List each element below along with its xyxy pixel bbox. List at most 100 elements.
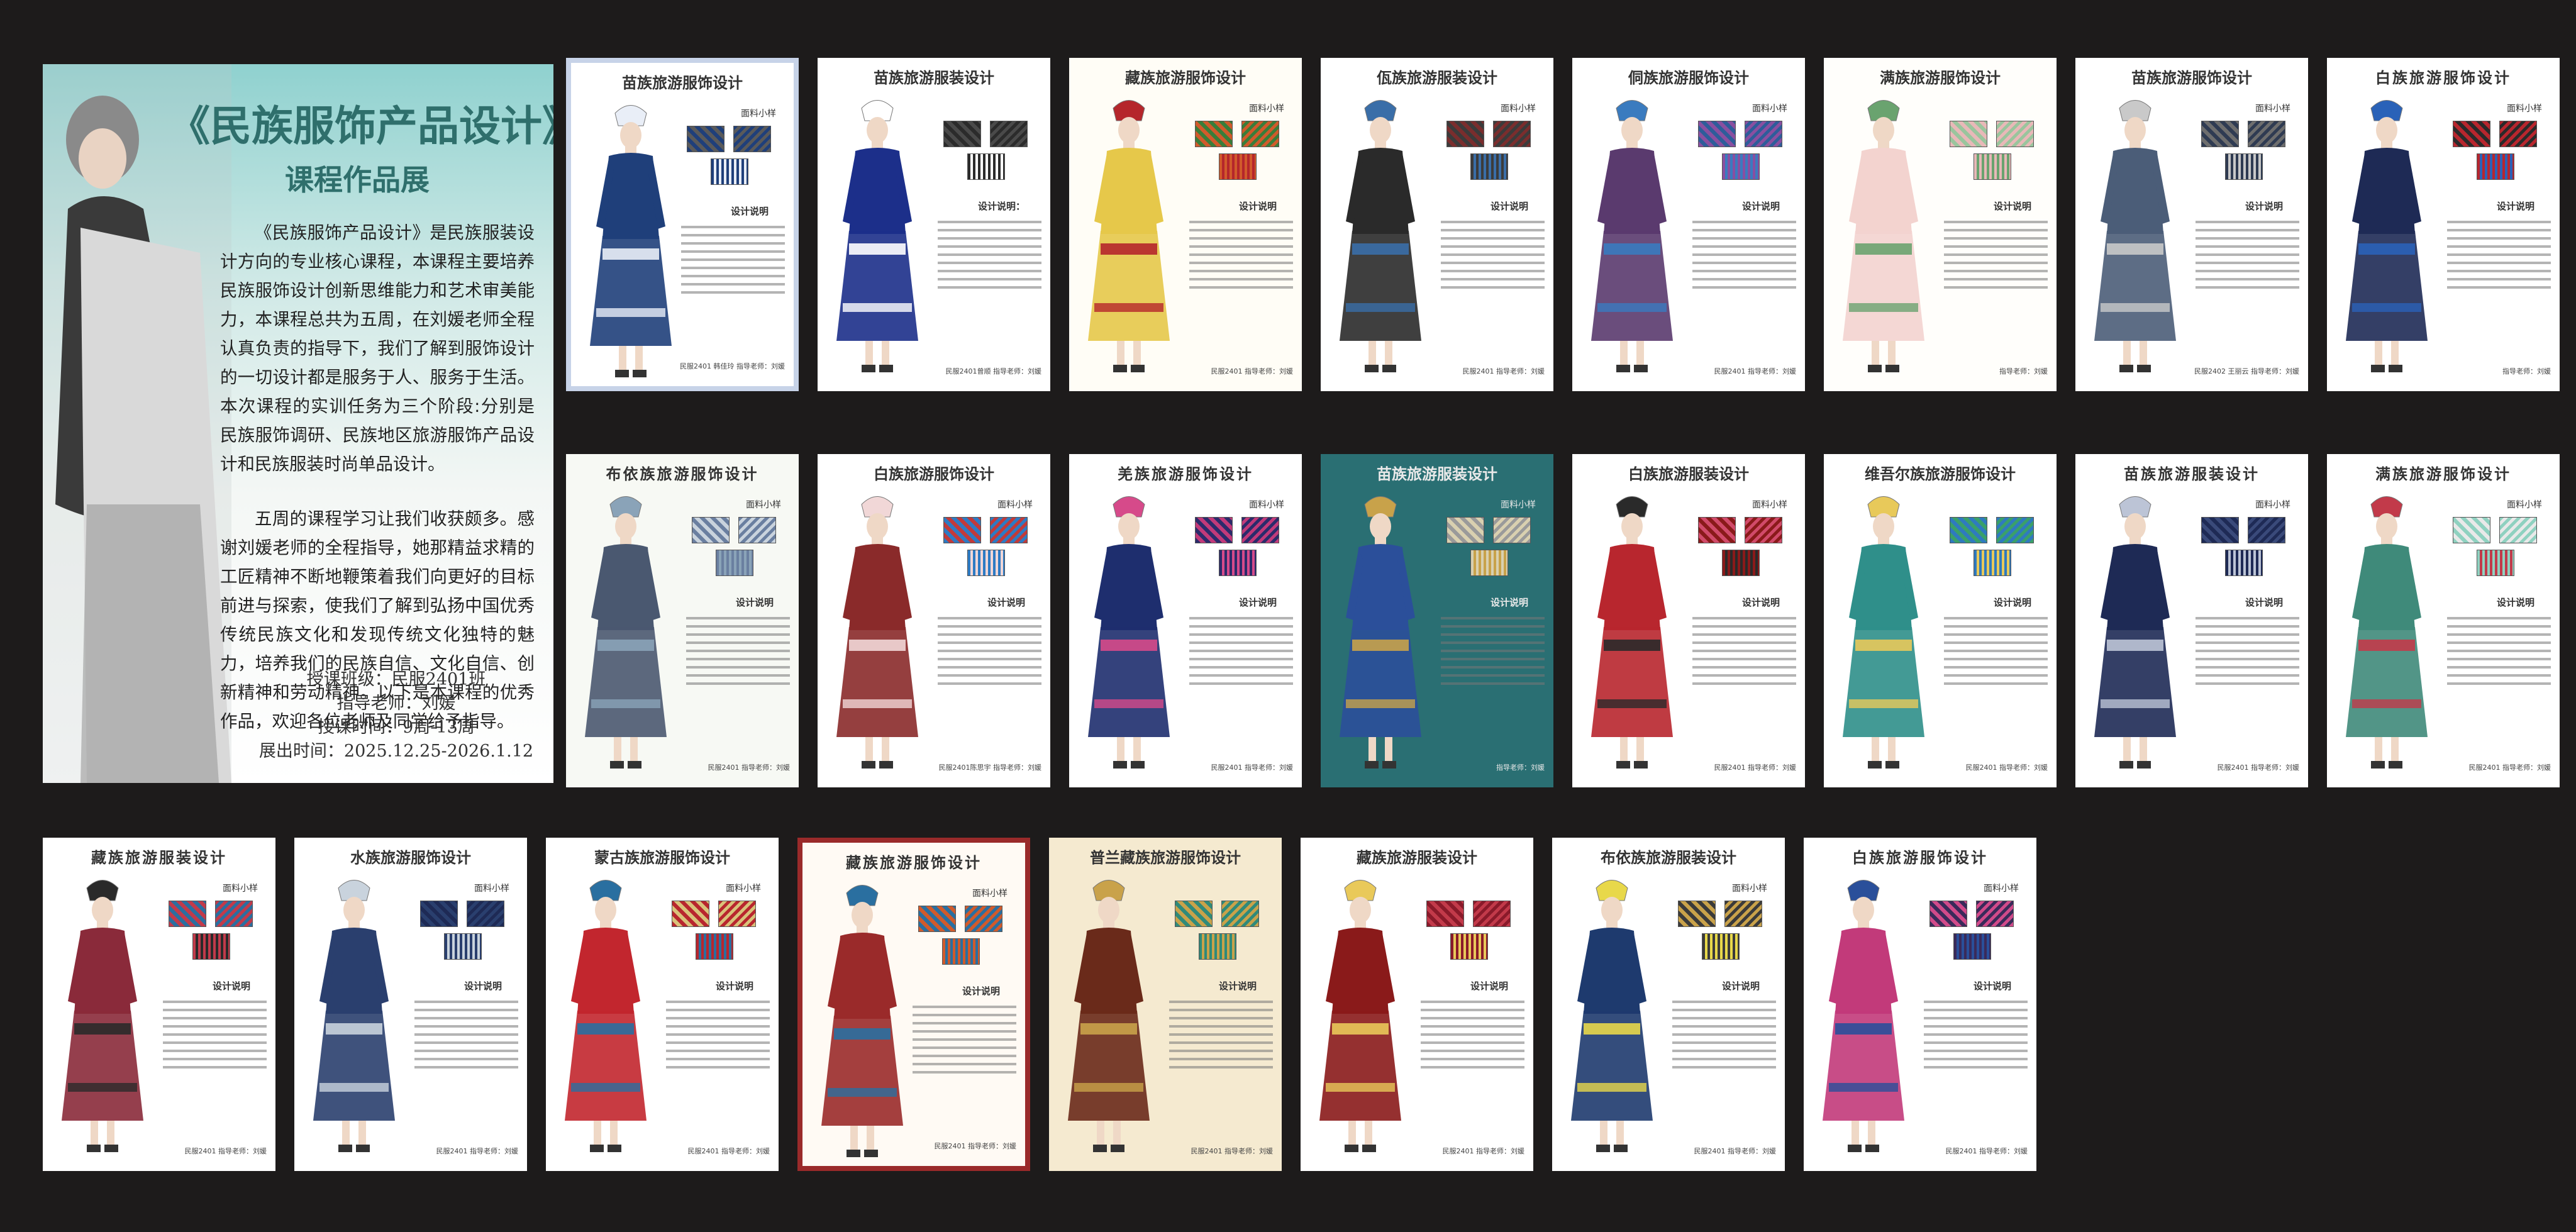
fabric-sample-label: 面料小样 bbox=[1249, 104, 1284, 114]
costume-model-illustration bbox=[1340, 100, 1421, 372]
poster-card[interactable]: 满族旅游服饰设计 设计说明 指导老师：刘媛 bbox=[1824, 58, 2057, 391]
design-description-text bbox=[1944, 215, 2048, 294]
poster-card[interactable]: 羌族旅游服饰设计 面料小样 设计说明 民服2401 指导老师：刘媛 bbox=[1069, 454, 1302, 787]
author-credit: 指导老师：刘媛 bbox=[1999, 367, 2048, 375]
fabric-swatch bbox=[1996, 121, 2034, 147]
poster-card[interactable]: 佤族旅游服装设计 面料小样 设计说明 民服2401 指导老师：刘媛 bbox=[1321, 58, 1553, 391]
poster-card[interactable]: 白族旅游服饰设计 面料小样 设计说明 民服2401 指导老师：刘媛 bbox=[1804, 838, 2036, 1171]
design-description-text bbox=[938, 611, 1041, 691]
costume-model-illustration bbox=[836, 100, 918, 372]
author-credit: 民服2401 指导老师：刘媛 bbox=[1694, 1147, 1777, 1155]
poster-card[interactable]: 苗族旅游服饰设计 面料小样 设计说明 民服2401 韩佳玲 指导老师：刘媛 bbox=[566, 58, 799, 391]
fabric-swatch bbox=[1473, 901, 1511, 927]
fabric-swatch bbox=[1722, 153, 1760, 180]
design-description-label: 设计说明 bbox=[730, 206, 769, 217]
costume-model-illustration bbox=[1068, 880, 1150, 1152]
poster-card[interactable]: 藏族旅游服饰设计 面料小样 设计说明 民服2401 指导老师：刘媛 bbox=[1069, 58, 1302, 391]
fabric-swatch bbox=[990, 517, 1028, 543]
design-description-label: 设计说明 bbox=[1741, 201, 1780, 212]
poster-card[interactable]: 布依族旅游服装设计 面料小样 设计说明 民服2401 指导老师：刘媛 bbox=[1552, 838, 1785, 1171]
design-description-text bbox=[414, 995, 518, 1074]
fabric-swatch bbox=[1426, 901, 1464, 927]
design-description-label: 设计说明 bbox=[1741, 597, 1780, 608]
fabric-swatch bbox=[943, 517, 981, 543]
author-credit: 民服2401 指导老师：刘媛 bbox=[1945, 1147, 2028, 1155]
fabric-swatch bbox=[696, 933, 733, 960]
poster-card[interactable]: 藏族旅游服装设计 面料小样 设计说明 民服2401 指导老师：刘媛 bbox=[43, 838, 275, 1171]
poster-card[interactable]: 白族旅游服饰设计 面料小样 设计说明 指导老师：刘媛 bbox=[2327, 58, 2560, 391]
fabric-swatch bbox=[2453, 121, 2490, 147]
intro-paragraph-1: 《民族服饰产品设计》是民族服装设计方向的专业核心课程，本课程主要培养民族服饰设计… bbox=[220, 223, 535, 474]
design-description-text bbox=[1189, 215, 1293, 294]
poster-card[interactable]: 藏族旅游服装设计 设计说明 民服2401 指导老师：刘媛 bbox=[1301, 838, 1533, 1171]
author-credit: 民服2401 指导老师：刘媛 bbox=[2468, 763, 2551, 772]
fabric-sample-label: 面料小样 bbox=[1752, 104, 1787, 114]
design-description-text bbox=[1944, 611, 2048, 691]
poster-card[interactable]: 苗族旅游服装设计 面料小样 设计说明 指导老师：刘媛 bbox=[1321, 454, 1553, 787]
poster-title: 白族旅游服饰设计 bbox=[1852, 848, 1988, 867]
costume-model-illustration bbox=[2346, 496, 2428, 769]
design-description-label: 设计说明 bbox=[735, 597, 774, 608]
fabric-swatch bbox=[1219, 153, 1257, 180]
costume-model-illustration bbox=[565, 880, 647, 1152]
fabric-swatch bbox=[1953, 933, 1991, 960]
poster-card[interactable]: 水族旅游服饰设计 面料小样 设计说明 民服2401 指导老师：刘媛 bbox=[294, 838, 527, 1171]
design-description-text bbox=[1692, 215, 1796, 294]
fabric-swatch bbox=[2453, 517, 2490, 543]
poster-card[interactable]: 布依族旅游服饰设计 面料小样 设计说明 民服2401 指导老师：刘媛 bbox=[566, 454, 799, 787]
poster-card[interactable]: 白族旅游服装设计 面料小样 设计说明 民服2401 指导老师：刘媛 bbox=[1572, 454, 1805, 787]
author-credit: 民服2401 指导老师：刘媛 bbox=[2217, 763, 2300, 772]
fabric-sample-label: 面料小样 bbox=[2507, 104, 2542, 114]
fabric-sample-label: 面料小样 bbox=[726, 884, 761, 894]
fabric-sample-label: 面料小样 bbox=[997, 500, 1033, 510]
author-credit: 民服2401 指导老师：刘媛 bbox=[1191, 1147, 1274, 1155]
costume-model-illustration bbox=[585, 496, 667, 769]
design-description-label: 设计说明 bbox=[1993, 597, 2031, 608]
poster-title: 维吾尔族旅游服饰设计 bbox=[1865, 465, 2016, 483]
poster-title: 满族旅游服饰设计 bbox=[1880, 69, 2001, 87]
author-credit: 民服2401 指导老师：刘媛 bbox=[1462, 367, 1545, 375]
costume-model-illustration bbox=[1088, 100, 1170, 372]
fabric-swatch bbox=[1974, 153, 2011, 180]
fabric-sample-label: 面料小样 bbox=[1732, 884, 1767, 894]
poster-card[interactable]: 普兰藏族旅游服饰设计 设计说明 民服2401 指导老师：刘媛 bbox=[1049, 838, 1282, 1171]
poster-title: 佤族旅游服装设计 bbox=[1377, 69, 1497, 87]
poster-title: 蒙古族旅游服饰设计 bbox=[594, 849, 730, 867]
design-description-label: 设计说明 bbox=[962, 985, 1000, 997]
fabric-sample-label: 面料小样 bbox=[972, 889, 1008, 899]
author-credit: 民服2401 指导老师：刘媛 bbox=[1714, 367, 1797, 375]
design-description-label: 设计说明 bbox=[2245, 201, 2283, 212]
poster-title: 苗族旅游服饰设计 bbox=[622, 74, 743, 92]
fabric-swatch bbox=[716, 550, 753, 576]
poster-card[interactable]: 苗族旅游服装设计 面料小样 设计说明 民服2401 指导老师：刘媛 bbox=[2075, 454, 2308, 787]
poster-card[interactable]: 蒙古族旅游服饰设计 面料小样 设计说明 民服2401 指导老师：刘媛 bbox=[546, 838, 779, 1171]
fabric-swatch bbox=[2248, 121, 2285, 147]
fabric-swatch bbox=[1195, 517, 1233, 543]
fabric-swatch bbox=[444, 933, 482, 960]
design-description-text bbox=[1692, 611, 1796, 691]
fabric-swatch bbox=[733, 126, 771, 152]
poster-card[interactable]: 维吾尔族旅游服饰设计 设计说明 民服2401 指导老师：刘媛 bbox=[1824, 454, 2057, 787]
poster-card[interactable]: 苗族旅游服饰设计 面料小样 设计说明 民服2402 王丽云 指导老师：刘媛 bbox=[2075, 58, 2308, 391]
costume-model-illustration bbox=[2094, 496, 2176, 769]
fabric-swatch bbox=[1724, 901, 1762, 927]
design-description-text bbox=[1441, 215, 1545, 294]
design-description-text bbox=[1924, 995, 2028, 1074]
fabric-swatch bbox=[2201, 121, 2239, 147]
fabric-sample-label: 面料小样 bbox=[223, 884, 258, 894]
fabric-swatch bbox=[1493, 517, 1531, 543]
poster-card[interactable]: 满族旅游服饰设计 面料小样 设计说明 民服2401 指导老师：刘媛 bbox=[2327, 454, 2560, 787]
poster-title: 苗族旅游服装设计 bbox=[1377, 465, 1497, 483]
costume-model-illustration bbox=[590, 105, 672, 377]
fabric-swatch bbox=[2225, 550, 2263, 576]
poster-card[interactable]: 白族旅游服饰设计 面料小样 设计说明 民服2401陈思宇 指导老师：刘媛 bbox=[818, 454, 1050, 787]
fabric-sample-label: 面料小样 bbox=[746, 500, 781, 510]
poster-card[interactable]: 藏族旅游服饰设计 面料小样 设计说明 民服2401 指导老师：刘媛 bbox=[797, 838, 1030, 1171]
poster-card[interactable]: 苗族旅游服装设计 设计说明： 民服2401曾顺 指导老师：刘媛 bbox=[818, 58, 1050, 391]
design-description-label: 设计说明 bbox=[715, 980, 753, 992]
poster-title: 苗族旅游服装设计 bbox=[2124, 465, 2260, 483]
poster-card[interactable]: 侗族旅游服饰设计 面料小样 设计说明 民服2401 指导老师：刘媛 bbox=[1572, 58, 1805, 391]
costume-model-illustration bbox=[1319, 880, 1401, 1152]
costume-model-illustration bbox=[1843, 100, 1924, 372]
fabric-sample-label: 面料小样 bbox=[741, 109, 776, 119]
